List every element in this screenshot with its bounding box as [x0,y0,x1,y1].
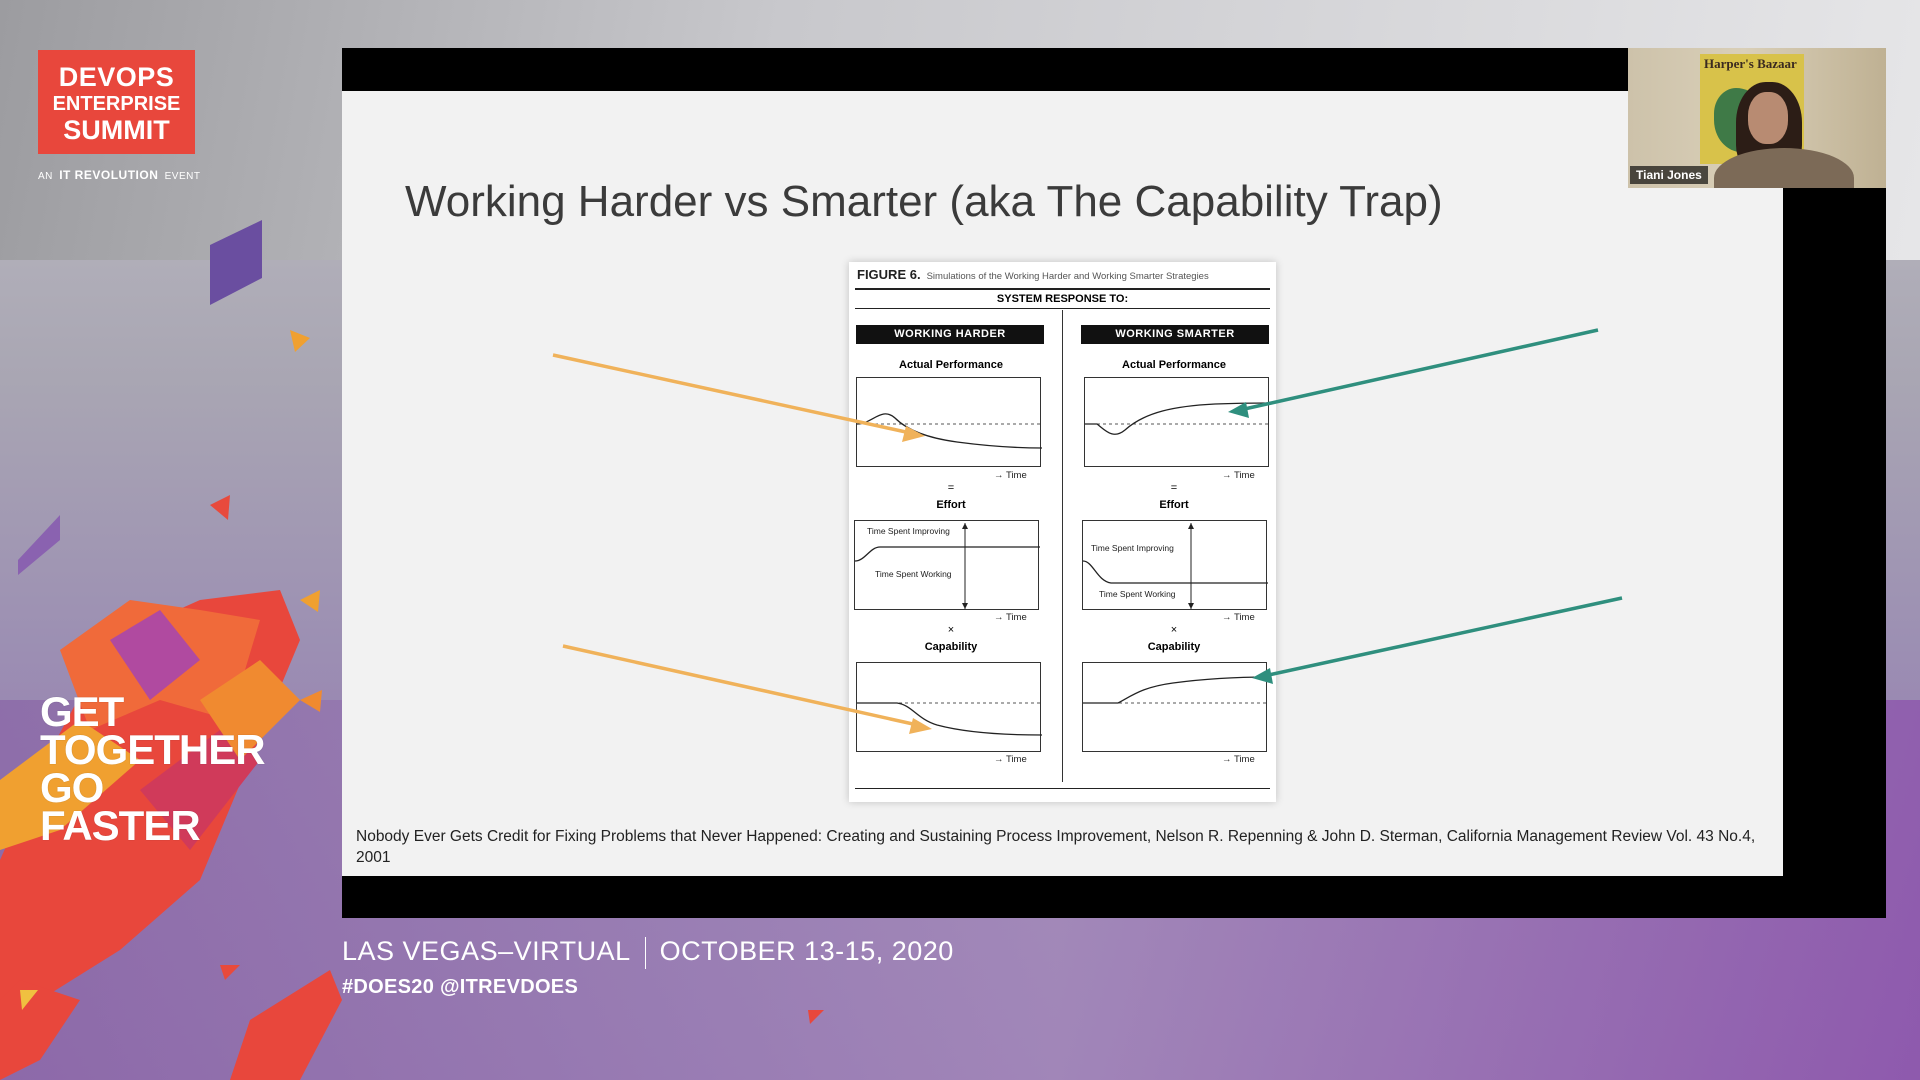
poster-text: Harper's Bazaar [1704,56,1797,71]
smarter-time-label-2: → Time [1222,612,1255,623]
logo-sub-brand: IT REVOLUTION [59,168,159,182]
speaker-name-tag: Tiani Jones [1630,166,1708,184]
figure-rule-top [855,288,1270,290]
figure-caption-text: Simulations of the Working Harder and Wo… [926,271,1209,282]
tagline-line4: FASTER [40,802,201,849]
harder-time-label-1: → Time [994,470,1027,481]
working-harder-header: WORKING HARDER [856,325,1044,344]
harder-time-improving-label: Time Spent Improving [867,526,950,536]
smarter-effort-plot: Time Spent Improving Time Spent Working [1082,520,1268,610]
event-location-dates: LAS VEGAS–VIRTUAL OCTOBER 13-15, 2020 [342,936,954,969]
harder-capability-plot [856,662,1042,752]
harder-time-label-3: → Time [994,754,1027,765]
working-smarter-header: WORKING SMARTER [1081,325,1269,344]
column-divider [1062,310,1063,782]
figure-6: FIGURE 6. Simulations of the Working Hard… [849,262,1276,802]
event-location: LAS VEGAS–VIRTUAL [342,936,631,966]
logo-sub-event: EVENT [164,171,201,182]
speaker-face [1748,92,1788,144]
harder-performance-plot [856,377,1042,467]
presentation-slide: Working Harder vs Smarter (aka The Capab… [342,91,1783,876]
smarter-effort-label: Effort [1159,499,1189,511]
footer-separator [644,936,646,969]
harder-time-label-2: → Time [994,612,1027,623]
logo-line1: DEVOPS [58,62,175,92]
figure-rule-sys [855,308,1270,309]
system-response-label: SYSTEM RESPONSE TO: [996,293,1129,305]
smarter-times: × [1170,624,1178,636]
harder-times: × [947,624,955,636]
smarter-performance-plot [1084,377,1270,467]
harder-effort-label: Effort [936,499,966,511]
slide-citation: Nobody Ever Gets Credit for Fixing Probl… [356,828,1756,866]
harder-effort-plot: Time Spent Improving Time Spent Working [854,520,1040,610]
slide-title: Working Harder vs Smarter (aka The Capab… [405,177,1443,226]
speaker-webcam[interactable]: Harper's Bazaar Tiani Jones [1628,48,1886,188]
smarter-time-label-3: → Time [1222,754,1255,765]
event-dates: OCTOBER 13-15, 2020 [659,936,954,966]
figure-caption: FIGURE 6. Simulations of the Working Hard… [857,267,1209,282]
harder-capability-label: Capability [924,641,978,653]
smarter-capability-plot [1082,662,1268,752]
logo-sub-an: AN [38,171,53,182]
smarter-time-working-label: Time Spent Working [1099,589,1176,599]
figure-rule-bottom [855,788,1270,789]
harder-actual-performance-label: Actual Performance [899,359,1003,371]
tagline: GET TOGETHER GO FASTER [40,691,266,849]
smarter-equals: = [1170,482,1178,494]
logo-line3: SUMMIT [63,115,170,145]
harder-time-working-label: Time Spent Working [875,569,952,579]
smarter-actual-performance-label: Actual Performance [1122,359,1226,371]
smarter-time-improving-label: Time Spent Improving [1091,543,1174,553]
footer-accent [808,1010,824,1024]
figure-caption-label: FIGURE 6. [857,267,921,282]
smarter-time-label-1: → Time [1222,470,1255,481]
smarter-capability-label: Capability [1147,641,1201,653]
logo-subtitle: AN IT REVOLUTION EVENT [38,168,200,182]
logo-line2: ENTERPRISE [52,93,181,115]
harder-equals: = [947,482,955,494]
decorative-shapes [0,220,342,1080]
devops-summit-logo: DEVOPS ENTERPRISE SUMMIT [38,50,195,154]
event-hashtags: #DOES20 @ITREVDOES [342,976,579,998]
